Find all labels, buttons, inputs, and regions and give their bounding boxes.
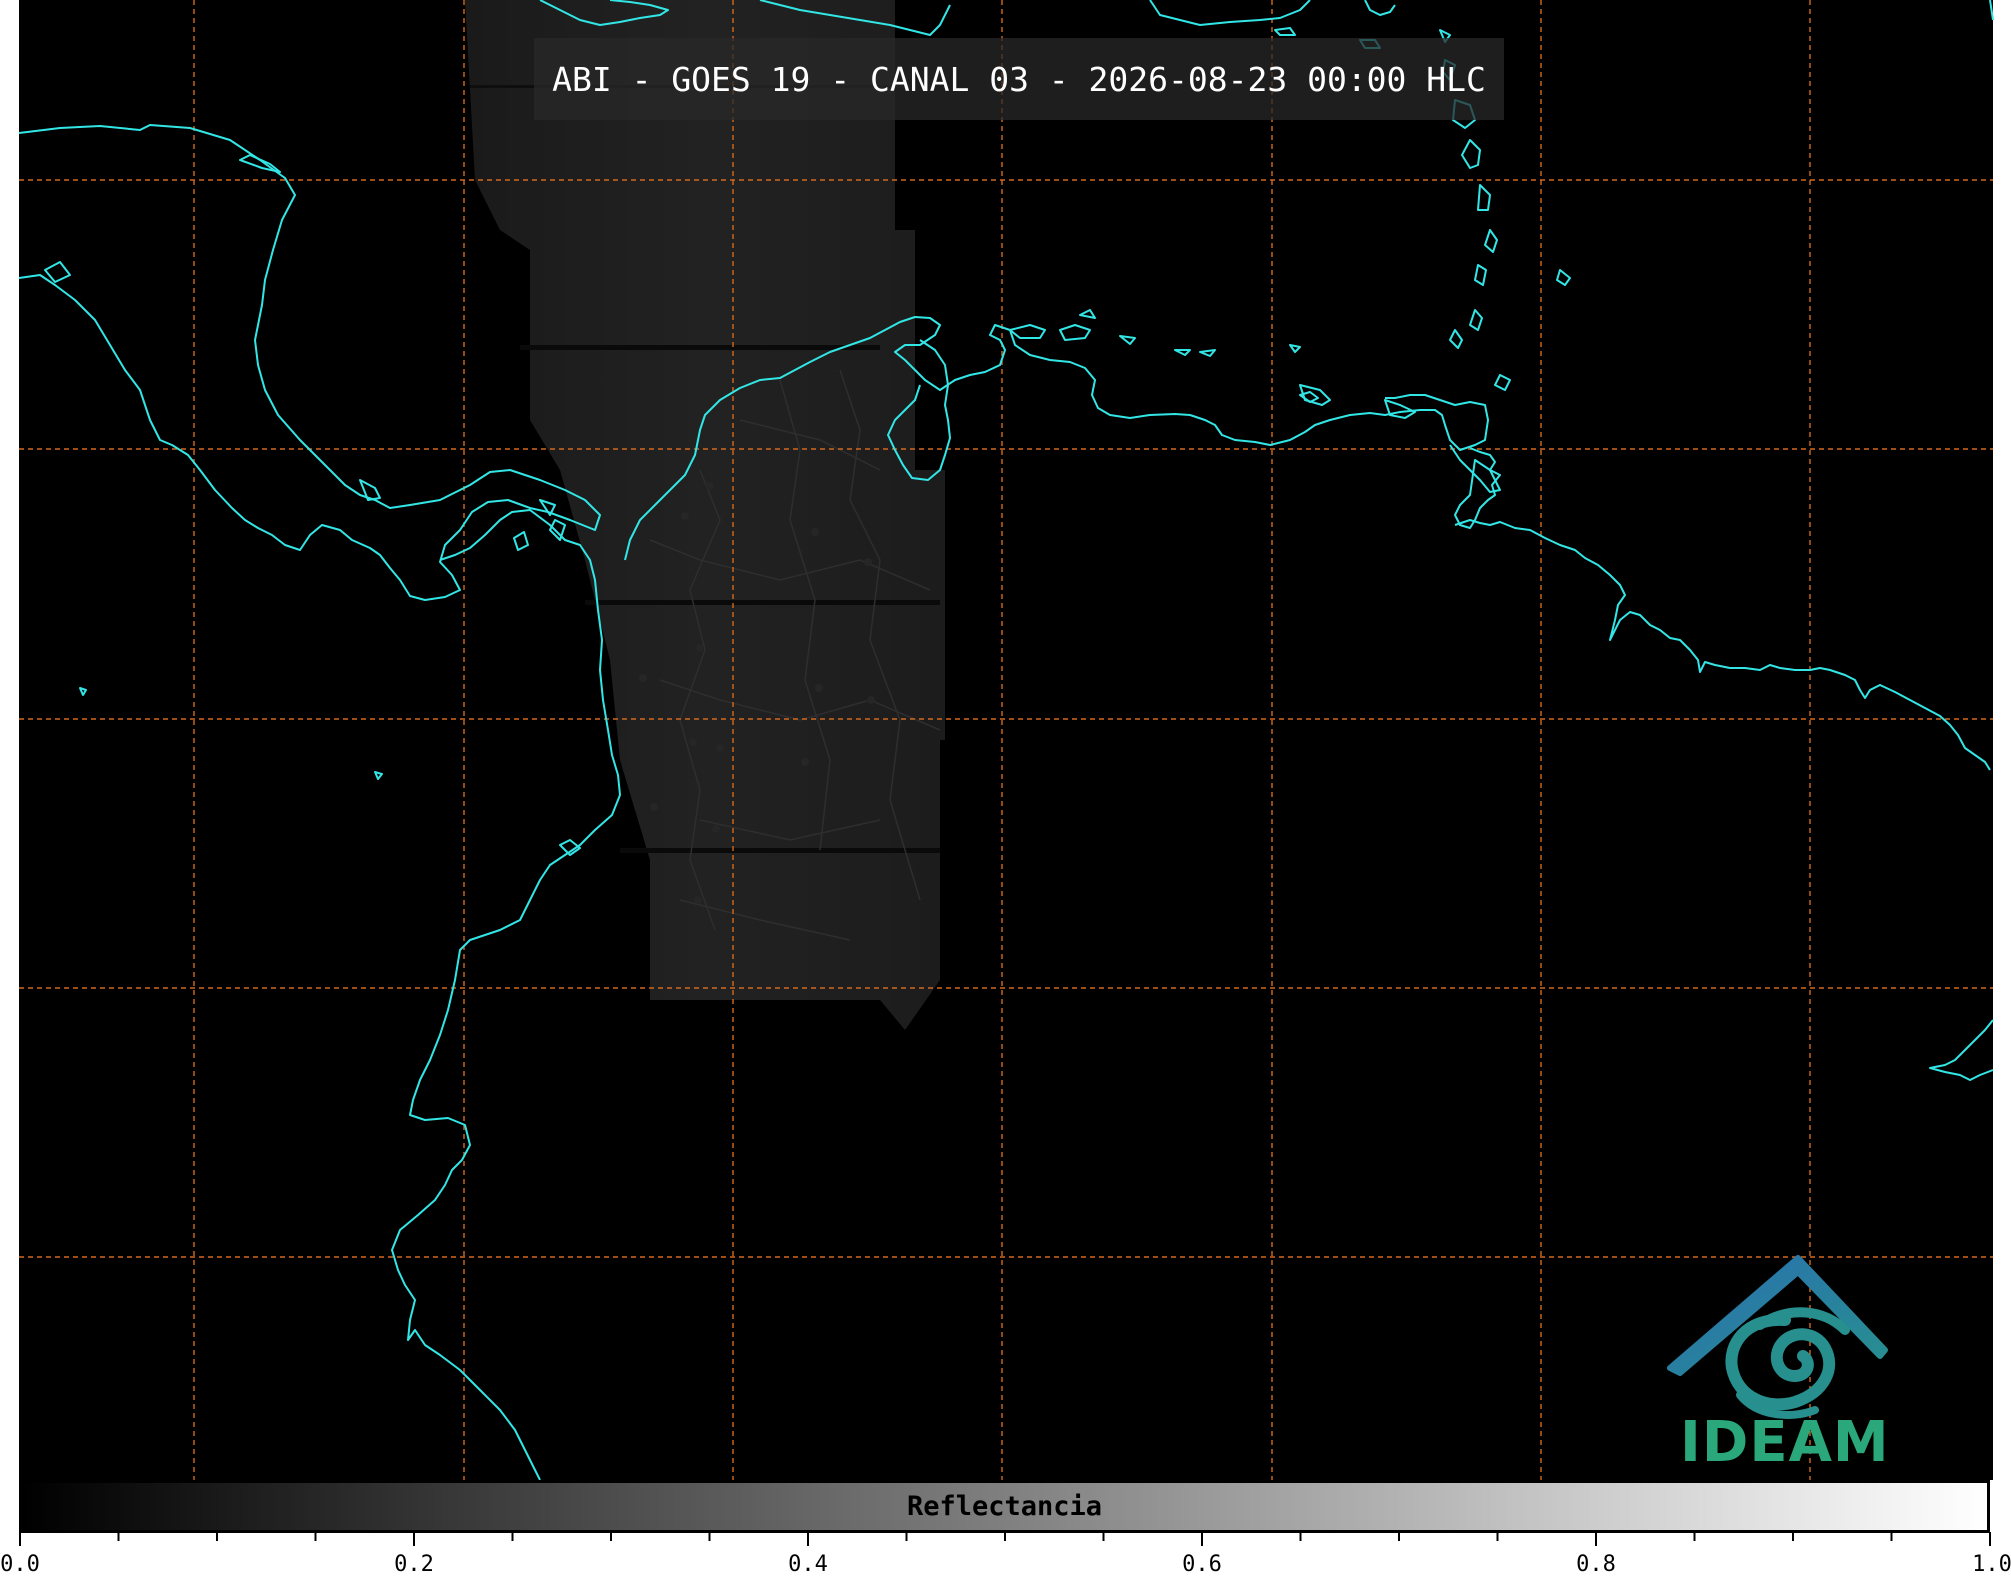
map-right-margin [1993,0,2011,1480]
colorbar-tick-label: 0.6 [1182,1552,1222,1577]
colorbar-tick-label: 1.0 [1972,1552,2011,1577]
map-left-margin [0,0,19,1480]
map-background [19,0,1993,1480]
colorbar-tick-label: 0.8 [1576,1552,1616,1577]
colorbar-tick-label: 0.4 [788,1552,828,1577]
colorbar: Reflectancia [19,1480,1990,1533]
colorbar-tick-label: 0.0 [0,1552,40,1577]
map-title-text: ABI - GOES 19 - CANAL 03 - 2026-08-23 00… [552,59,1486,99]
colorbar-ticks [19,1532,1991,1546]
ideam-logo-text: IDEAM [1680,1410,1890,1475]
colorbar-tick-label: 0.2 [394,1552,434,1577]
satellite-map[interactable] [0,0,2011,1480]
map-title: ABI - GOES 19 - CANAL 03 - 2026-08-23 00… [534,38,1504,120]
colorbar-label: Reflectancia [906,1491,1103,1522]
